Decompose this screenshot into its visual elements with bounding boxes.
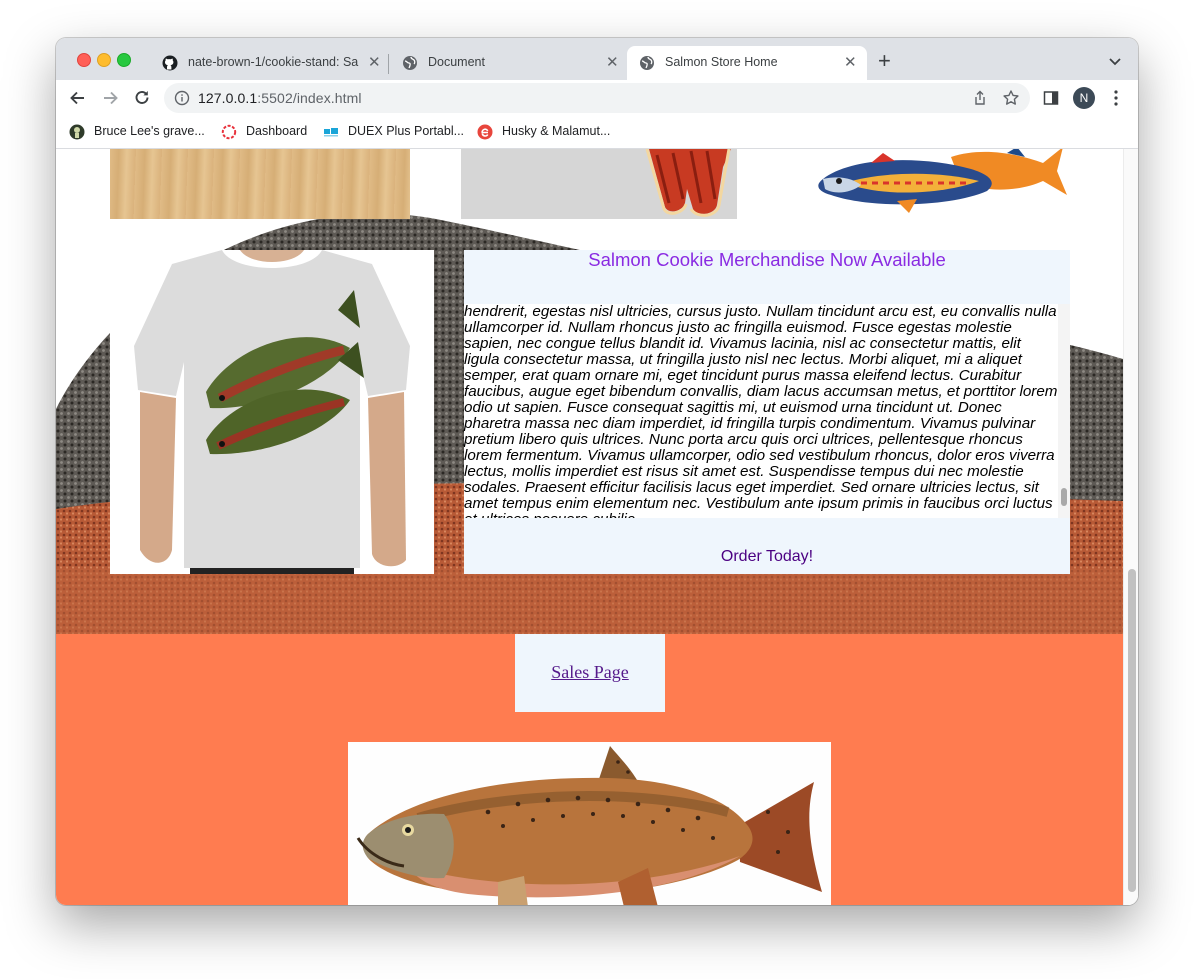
bookmark-label: DUEX Plus Portabl... xyxy=(348,124,465,138)
back-arrow-icon[interactable] xyxy=(68,88,88,108)
sales-page-link[interactable]: Sales Page xyxy=(515,662,665,683)
side-panel-icon[interactable] xyxy=(1043,90,1059,106)
merch-description-scrollbox[interactable]: hendrerit, egestas nisl ultricies, cursu… xyxy=(464,304,1058,518)
salmon-background-image: Salmon Cookie Merchandise Now Available … xyxy=(56,149,1123,634)
browser-toolbar: 127.0.0.1:5502/index.html N xyxy=(56,80,1138,116)
profile-avatar[interactable]: N xyxy=(1073,87,1095,109)
share-icon[interactable] xyxy=(972,90,988,106)
page-scrollbar[interactable] xyxy=(1123,149,1138,905)
minimize-window-button[interactable] xyxy=(97,53,111,67)
page-scrollbar-thumb[interactable] xyxy=(1128,569,1136,892)
painted-fish-image xyxy=(811,149,1071,219)
url-path: :5502/index.html xyxy=(257,90,362,106)
salmon-illustration-image xyxy=(348,742,831,905)
wood-board-image xyxy=(110,149,410,219)
page-viewport: Salmon Cookie Merchandise Now Available … xyxy=(56,149,1138,905)
forward-arrow-icon[interactable] xyxy=(100,88,120,108)
duex-icon xyxy=(324,128,338,137)
browser-window: nate-brown-1/cookie-stand: Sa ✕ Document… xyxy=(56,38,1138,905)
close-tab-icon[interactable]: ✕ xyxy=(368,53,381,71)
merchandise-panel: Salmon Cookie Merchandise Now Available … xyxy=(464,250,1070,574)
merch-scrollbar-thumb[interactable] xyxy=(1061,488,1067,506)
merch-scrollbar[interactable] xyxy=(1058,304,1070,518)
close-tab-icon[interactable]: ✕ xyxy=(844,53,857,71)
github-icon xyxy=(162,55,178,71)
findagrave-icon xyxy=(69,124,85,140)
tab-document[interactable]: Document ✕ xyxy=(390,46,626,80)
tab-cookie-stand[interactable]: nate-brown-1/cookie-stand: Sa ✕ xyxy=(150,46,386,80)
close-tab-icon[interactable]: ✕ xyxy=(606,53,619,71)
url-host: 127.0.0.1 xyxy=(198,90,258,106)
tab-label: nate-brown-1/cookie-stand: Sa xyxy=(188,55,359,69)
bookmark-label: Bruce Lee's grave... xyxy=(94,124,205,138)
close-window-button[interactable] xyxy=(77,53,91,67)
fullscreen-window-button[interactable] xyxy=(117,53,131,67)
site-info-icon[interactable] xyxy=(174,90,190,106)
tab-separator xyxy=(388,54,389,74)
tab-strip: nate-brown-1/cookie-stand: Sa ✕ Document… xyxy=(56,38,1138,80)
bookmark-star-icon[interactable] xyxy=(1002,89,1020,107)
footer-section: Sales Page xyxy=(56,634,1123,905)
bookmark-label: Dashboard xyxy=(246,124,308,138)
tab-search-chevron-icon[interactable] xyxy=(1108,54,1122,68)
tab-label: Salmon Store Home xyxy=(665,55,778,69)
globe-icon xyxy=(640,56,654,70)
merch-title: Salmon Cookie Merchandise Now Available xyxy=(588,249,946,270)
tab-label: Document xyxy=(428,55,485,69)
globe-icon xyxy=(403,56,417,70)
salmon-tshirt-image xyxy=(110,250,434,574)
tab-salmon-store-home[interactable]: Salmon Store Home ✕ xyxy=(627,46,867,80)
address-bar[interactable]: 127.0.0.1:5502/index.html xyxy=(164,83,1030,113)
fish-cookie-image xyxy=(461,149,737,219)
more-menu-icon[interactable] xyxy=(1111,89,1121,107)
dashboard-ring-icon xyxy=(221,124,237,140)
husky-site-icon xyxy=(477,124,493,140)
order-today-text: Order Today! xyxy=(720,548,814,565)
bookmark-label: Husky & Malamut... xyxy=(502,124,611,138)
new-tab-button[interactable]: + xyxy=(878,50,891,72)
url-text: 127.0.0.1:5502/index.html xyxy=(198,90,362,106)
sales-link-box: Sales Page xyxy=(515,634,665,712)
reload-icon[interactable] xyxy=(132,88,152,108)
bookmarks-bar: Bruce Lee's grave... Dashboard DUEX Plus… xyxy=(56,116,1138,149)
